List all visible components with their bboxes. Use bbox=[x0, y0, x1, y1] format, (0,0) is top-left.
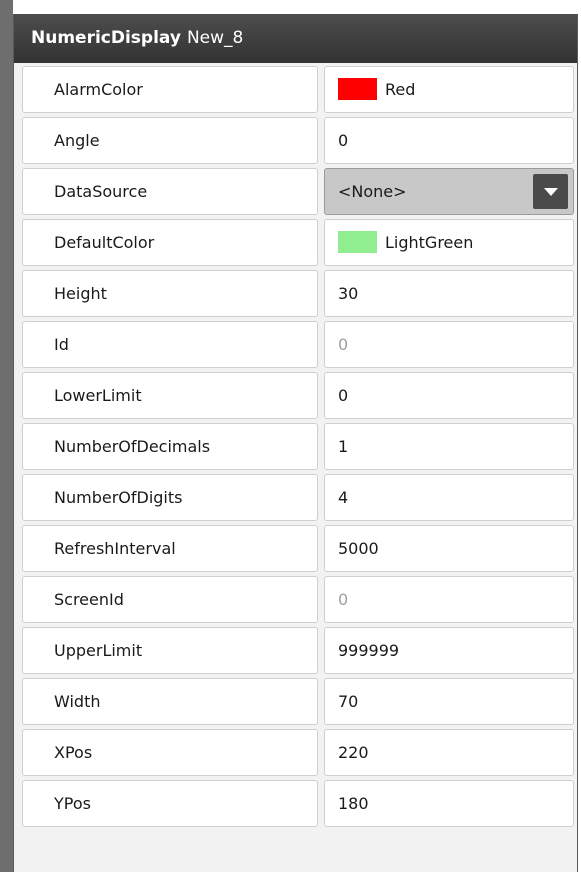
property-value-text: LightGreen bbox=[385, 233, 474, 252]
property-name: NumberOfDigits bbox=[22, 474, 318, 521]
property-value-text: 999999 bbox=[338, 641, 400, 660]
property-row-numberofdigits: NumberOfDigits 4 bbox=[22, 473, 574, 524]
property-row-lowerlimit: LowerLimit 0 bbox=[22, 371, 574, 422]
property-value-text: 180 bbox=[338, 794, 369, 813]
property-grid: AlarmColor Red Angle 0 DataSource <None> Defau… bbox=[22, 65, 574, 830]
property-value-text: 30 bbox=[338, 284, 359, 303]
property-row-width: Width 70 bbox=[22, 677, 574, 728]
property-row-alarmcolor: AlarmColor Red bbox=[22, 65, 574, 116]
property-name: Id bbox=[22, 321, 318, 368]
property-name: YPos bbox=[22, 780, 318, 827]
property-value[interactable]: 5000 bbox=[324, 525, 574, 572]
property-value-dropdown[interactable]: <None> bbox=[324, 168, 574, 215]
property-name: AlarmColor bbox=[22, 66, 318, 113]
property-row-numberofdecimals: NumberOfDecimals 1 bbox=[22, 422, 574, 473]
property-value-text: 5000 bbox=[338, 539, 379, 558]
dropdown-selected-value: <None> bbox=[338, 182, 407, 201]
property-value-text: 70 bbox=[338, 692, 359, 711]
property-row-defaultcolor: DefaultColor LightGreen bbox=[22, 218, 574, 269]
property-row-xpos: XPos 220 bbox=[22, 728, 574, 779]
panel-header: NumericDisplay New_8 bbox=[14, 14, 577, 63]
property-value: 0 bbox=[324, 321, 574, 368]
chevron-down-icon[interactable] bbox=[533, 174, 568, 209]
property-value[interactable]: 30 bbox=[324, 270, 574, 317]
property-row-refreshinterval: RefreshInterval 5000 bbox=[22, 524, 574, 575]
property-value[interactable]: 0 bbox=[324, 117, 574, 164]
property-name: DefaultColor bbox=[22, 219, 318, 266]
panel-type-label: NumericDisplay bbox=[31, 28, 181, 48]
color-swatch bbox=[338, 77, 377, 100]
panel-object-name: New_8 bbox=[186, 28, 244, 48]
property-grid-panel: NumericDisplay New_8 AlarmColor Red Angle 0 D… bbox=[13, 14, 578, 872]
property-row-angle: Angle 0 bbox=[22, 116, 574, 167]
property-name: Height bbox=[22, 270, 318, 317]
property-value-text: 0 bbox=[338, 590, 349, 609]
property-row-ypos: YPos 180 bbox=[22, 779, 574, 830]
left-edge-strip bbox=[0, 0, 13, 872]
property-name: RefreshInterval bbox=[22, 525, 318, 572]
property-value[interactable]: LightGreen bbox=[324, 219, 574, 266]
property-row-datasource: DataSource <None> bbox=[22, 167, 574, 218]
property-value[interactable]: 180 bbox=[324, 780, 574, 827]
top-margin bbox=[0, 0, 581, 14]
color-swatch bbox=[338, 230, 377, 253]
property-value[interactable]: 0 bbox=[324, 372, 574, 419]
property-name: LowerLimit bbox=[22, 372, 318, 419]
property-value[interactable]: 220 bbox=[324, 729, 574, 776]
property-value-text: 0 bbox=[338, 131, 349, 150]
property-row-height: Height 30 bbox=[22, 269, 574, 320]
property-value-text: Red bbox=[385, 80, 416, 99]
property-value-text: 0 bbox=[338, 335, 349, 354]
property-name: UpperLimit bbox=[22, 627, 318, 674]
property-row-id: Id 0 bbox=[22, 320, 574, 371]
property-window: NumericDisplay New_8 AlarmColor Red Angle 0 D… bbox=[0, 0, 581, 872]
property-name: XPos bbox=[22, 729, 318, 776]
property-name: DataSource bbox=[22, 168, 318, 215]
property-value-text: 0 bbox=[338, 386, 349, 405]
property-row-upperlimit: UpperLimit 999999 bbox=[22, 626, 574, 677]
property-name: Width bbox=[22, 678, 318, 725]
property-value: 0 bbox=[324, 576, 574, 623]
property-value-text: 220 bbox=[338, 743, 369, 762]
property-value-text: 1 bbox=[338, 437, 349, 456]
property-name: Angle bbox=[22, 117, 318, 164]
property-value[interactable]: 999999 bbox=[324, 627, 574, 674]
property-value[interactable]: 1 bbox=[324, 423, 574, 470]
property-name: ScreenId bbox=[22, 576, 318, 623]
property-value[interactable]: 70 bbox=[324, 678, 574, 725]
property-row-screenid: ScreenId 0 bbox=[22, 575, 574, 626]
property-name: NumberOfDecimals bbox=[22, 423, 318, 470]
property-value[interactable]: 4 bbox=[324, 474, 574, 521]
property-value[interactable]: Red bbox=[324, 66, 574, 113]
property-value-text: 4 bbox=[338, 488, 349, 507]
